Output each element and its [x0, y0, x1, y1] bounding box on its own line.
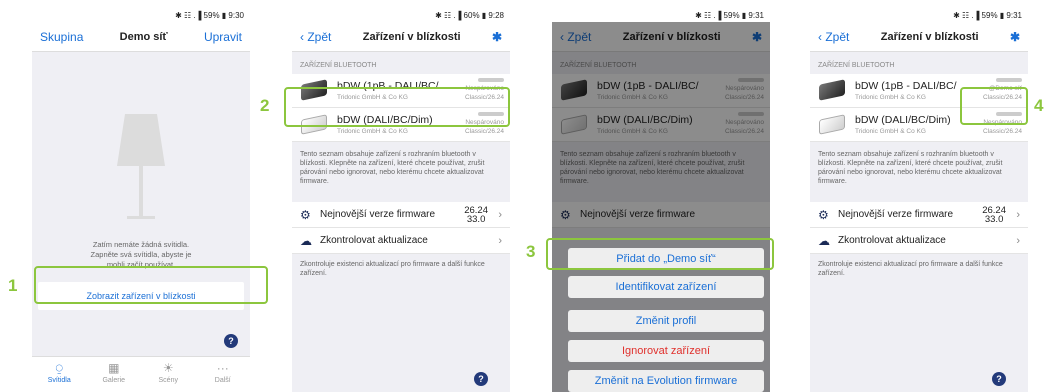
bluetooth-icon: ✱: [491, 29, 502, 44]
empty-state: Zatím nemáte žádná svítidla. Zapněte svá…: [32, 52, 250, 356]
page-title: Zařízení v blízkosti: [880, 30, 979, 43]
tab-scenes[interactable]: ☀ Scény: [141, 357, 196, 392]
chevron-right-icon: ›: [498, 208, 502, 221]
signal-bar: [996, 78, 1022, 82]
callout-number-4: 4: [1034, 96, 1044, 115]
group-button[interactable]: Skupina: [40, 30, 83, 44]
edit-button[interactable]: Upravit: [204, 30, 242, 44]
update-note: Zkontroluje existenci aktualizací pro fi…: [300, 261, 485, 277]
page-title: Demo síť: [119, 30, 168, 43]
status-bar: ✱ ☷ .▐ 59% ▮ 9:31: [552, 10, 770, 22]
tab-gallery[interactable]: ▦ Galerie: [87, 357, 142, 392]
check-updates-row[interactable]: ☁ Zkontrolovat aktualizace ›: [810, 228, 1028, 254]
callout-box-3: [546, 238, 774, 270]
gears-icon: ⚙: [300, 207, 311, 222]
update-note: Zkontroluje existenci aktualizací pro fi…: [818, 261, 1003, 277]
gears-icon: ⚙: [818, 207, 829, 222]
section-header: ZAŘÍZENÍ BLUETOOTH: [300, 62, 377, 69]
tab-bar: ⍜ Svítidla ▦ Galerie ☀ Scény ··· Další: [32, 356, 250, 392]
info-text: Tento seznam obsahuje zařízení s rozhran…: [300, 151, 485, 185]
nav-bar: ‹ Zpět Zařízení v blízkosti ✱: [810, 22, 1028, 52]
device-image: [816, 113, 848, 136]
back-button[interactable]: ‹ Zpět: [300, 30, 331, 44]
cloud-icon: ☁: [300, 233, 312, 248]
change-profile-button[interactable]: Změnit profil: [568, 310, 764, 332]
signal-bar: [478, 78, 504, 82]
check-updates-row[interactable]: ☁ Zkontrolovat aktualizace ›: [292, 228, 510, 254]
sun-icon: ☀: [162, 361, 174, 375]
chevron-right-icon: ›: [1016, 234, 1020, 247]
callout-number-1: 1: [8, 276, 18, 295]
firmware-row[interactable]: ⚙ Nejnovější verze firmware 26.24 33.0 ›: [292, 202, 510, 228]
screen-demo-net: ✱ ☷ .▐ 59% ▮ 9:30 Skupina Demo síť Uprav…: [32, 10, 250, 392]
bluetooth-icon: ✱: [1009, 29, 1020, 44]
help-icon[interactable]: ?: [992, 372, 1006, 386]
more-icon: ···: [216, 361, 229, 375]
page-title: Zařízení v blízkosti: [362, 30, 461, 43]
nav-bar: Skupina Demo síť Upravit: [32, 22, 250, 52]
status-bar: ✱ ☷ .▐ 60% ▮ 9:28: [292, 10, 510, 22]
tab-luminaires[interactable]: ⍜ Svítidla: [32, 357, 87, 392]
ignore-device-button[interactable]: Ignorovat zařízení: [568, 340, 764, 362]
status-bar: ✱ ☷ .▐ 59% ▮ 9:31: [810, 10, 1028, 22]
help-icon[interactable]: ?: [474, 372, 488, 386]
chevron-right-icon: ›: [498, 234, 502, 247]
tab-more[interactable]: ··· Další: [196, 357, 251, 392]
lamp-icon: ⍜: [55, 361, 63, 375]
screen-device-action-sheet: ✱ ☷ .▐ 59% ▮ 9:31 ‹ Zpět Zařízení v blíz…: [552, 10, 770, 392]
evolution-firmware-button[interactable]: Změnit na Evolution firmware: [568, 370, 764, 392]
nav-bar: ‹ Zpět Zařízení v blízkosti ✱: [292, 22, 510, 52]
screen-device-added: ✱ ☷ .▐ 59% ▮ 9:31 ‹ Zpět Zařízení v blíz…: [810, 10, 1028, 392]
callout-box-1: [34, 266, 268, 304]
firmware-row[interactable]: ⚙ Nejnovější verze firmware 26.24 33.0 ›: [810, 202, 1028, 228]
back-button[interactable]: ‹ Zpět: [818, 30, 849, 44]
callout-number-2: 2: [260, 96, 270, 115]
screen-nearby-devices: ✱ ☷ .▐ 60% ▮ 9:28 ‹ Zpět Zařízení v blíz…: [292, 10, 510, 392]
status-bar: ✱ ☷ .▐ 59% ▮ 9:30: [32, 10, 250, 22]
identify-device-button[interactable]: Identifikovat zařízení: [568, 276, 764, 298]
callout-number-3: 3: [526, 242, 536, 261]
section-header: ZAŘÍZENÍ BLUETOOTH: [818, 62, 895, 69]
lamp-icon: [117, 114, 165, 219]
dim-overlay[interactable]: [552, 22, 770, 392]
cloud-icon: ☁: [818, 233, 830, 248]
chevron-right-icon: ›: [1016, 208, 1020, 221]
callout-box-4: [960, 87, 1028, 125]
device-image: [816, 78, 848, 102]
help-icon[interactable]: ?: [224, 334, 238, 348]
callout-box-2: [284, 87, 510, 127]
info-text: Tento seznam obsahuje zařízení s rozhran…: [818, 151, 1003, 185]
grid-icon: ▦: [108, 361, 120, 375]
